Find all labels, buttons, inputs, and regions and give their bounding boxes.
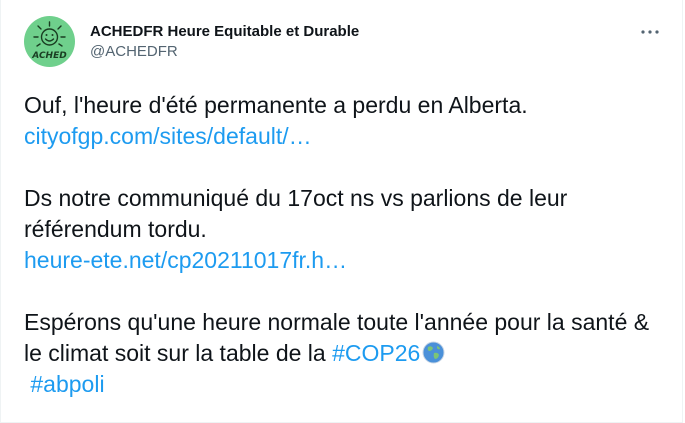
author-names: ACHEDFR Heure Equitable et Durable @ACHE…: [90, 22, 359, 62]
link-heure-ete[interactable]: heure-ete.net/cp20211017fr.h…: [24, 247, 347, 273]
avatar[interactable]: ACHED: [24, 16, 75, 67]
hashtag-abpoli[interactable]: #abpoli: [30, 371, 104, 397]
link-cityofgp[interactable]: cityofgp.com/sites/default/…: [24, 123, 312, 149]
tweet-header: ACHED ACHEDFR Heure Equitable et Durable…: [24, 16, 662, 76]
paragraph-1: Ouf, l'heure d'été permanente a perdu en…: [24, 90, 664, 152]
sun-logo-icon: ACHED: [24, 16, 75, 67]
paragraph-2-text: Ds notre communiqué du 17oct ns vs parli…: [24, 185, 568, 242]
more-options-button[interactable]: [638, 22, 662, 42]
hashtag-cop26[interactable]: #COP26: [332, 340, 420, 366]
more-horizontal-icon: [641, 30, 659, 34]
author-handle[interactable]: @ACHEDFR: [90, 42, 359, 62]
earth-globe-icon: [422, 341, 445, 364]
tweet-card: ACHED ACHEDFR Heure Equitable et Durable…: [0, 0, 683, 423]
paragraph-3: Espérons qu'une heure normale toute l'an…: [24, 307, 664, 400]
paragraph-2: Ds notre communiqué du 17oct ns vs parli…: [24, 183, 664, 276]
svg-text:ACHED: ACHED: [31, 51, 67, 61]
author-display-name[interactable]: ACHEDFR Heure Equitable et Durable: [90, 22, 359, 42]
paragraph-1-text: Ouf, l'heure d'été permanente a perdu en…: [24, 92, 528, 118]
tweet-text: Ouf, l'heure d'été permanente a perdu en…: [24, 90, 664, 400]
